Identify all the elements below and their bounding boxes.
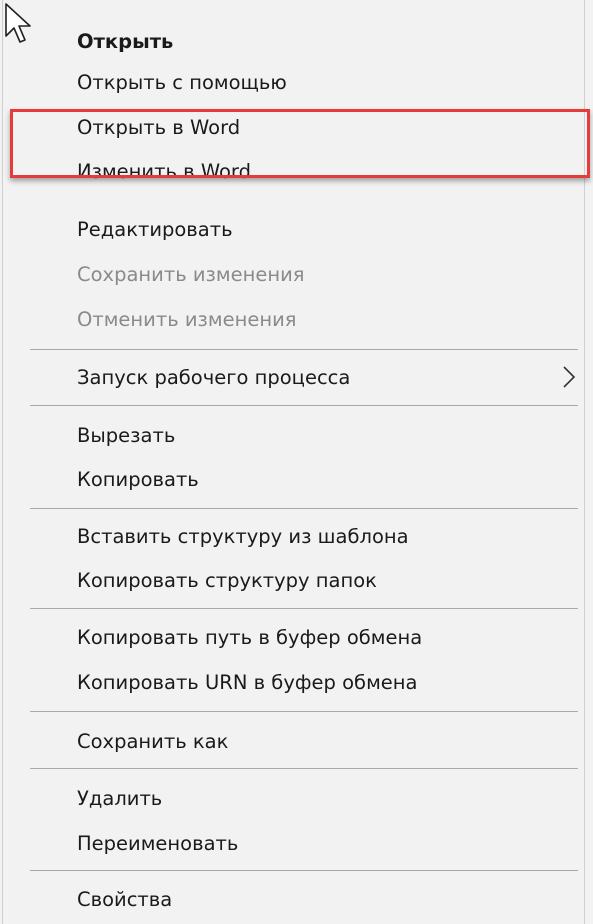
menu-item-edit-in-word[interactable]: Изменить в Word	[77, 154, 251, 190]
mouse-pointer-icon	[5, 3, 31, 43]
menu-item-copy-urn-to-clipboard[interactable]: Копировать URN в буфер обмена	[77, 665, 417, 701]
menu-item-open-in-word[interactable]: Открыть в Word	[77, 110, 240, 146]
menu-item-cut[interactable]: Вырезать	[77, 418, 175, 454]
menu-item-copy[interactable]: Копировать	[77, 462, 199, 498]
menu-left-border	[2, 0, 3, 924]
menu-separator	[30, 870, 578, 871]
menu-item-open-with[interactable]: Открыть с помощью	[77, 65, 287, 101]
menu-separator	[30, 608, 578, 609]
menu-separator	[30, 768, 578, 769]
menu-separator	[30, 405, 578, 406]
menu-item-properties[interactable]: Свойства	[77, 882, 172, 918]
chevron-right-icon	[563, 366, 576, 388]
menu-separator	[30, 508, 578, 509]
menu-item-edit[interactable]: Редактировать	[77, 212, 233, 248]
menu-item-open[interactable]: Открыть	[77, 24, 173, 60]
menu-item-save-as[interactable]: Сохранить как	[77, 724, 228, 760]
context-menu: Открыть Открыть с помощью Открыть в Word…	[0, 0, 593, 924]
menu-item-paste-structure-from-template[interactable]: Вставить структуру из шаблона	[77, 519, 409, 555]
menu-item-copy-path-to-clipboard[interactable]: Копировать путь в буфер обмена	[77, 620, 422, 656]
menu-separator	[30, 349, 578, 350]
menu-item-delete[interactable]: Удалить	[77, 781, 162, 817]
menu-item-save-changes: Сохранить изменения	[77, 263, 305, 286]
menu-separator	[30, 711, 578, 712]
menu-right-border	[584, 0, 585, 924]
menu-item-cancel-changes: Отменить изменения	[77, 308, 297, 331]
menu-item-copy-folder-structure[interactable]: Копировать структуру папок	[77, 563, 377, 599]
menu-item-start-workflow[interactable]: Запуск рабочего процесса	[77, 360, 350, 396]
menu-item-rename[interactable]: Переименовать	[77, 826, 238, 862]
